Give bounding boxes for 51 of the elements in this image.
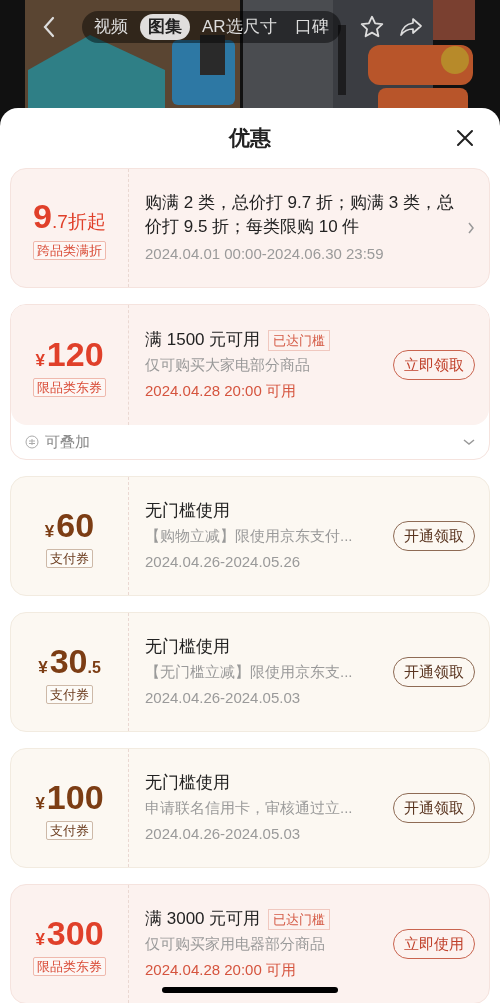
coupon-description: 【无门槛立减】限使用京东支... [145,662,354,682]
coupon-date: 2024.04.01 00:00-2024.06.30 23:59 [145,244,385,264]
back-icon[interactable] [42,16,56,38]
coupon-tag: 限品类东券 [33,956,106,976]
coupon-description: 仅可购买家用电器部分商品 [145,934,326,954]
currency-symbol: ¥ [35,928,45,951]
coupon-date: 2024.04.26-2024.05.03 [145,688,302,708]
threshold-badge: 已达门槛 [268,329,331,351]
coupon-title: 无门槛使用 [145,500,230,522]
coupon-tag: 跨品类满折 [33,240,106,260]
threshold-badge: 已达门槛 [268,908,331,930]
nav-tab[interactable]: AR选尺寸 [196,14,283,40]
amount-suffix: .7折起 [52,210,106,235]
coupon-amount: 120 [46,333,104,374]
currency-symbol: ¥ [38,656,48,679]
coupon-title: 无门槛使用 [145,636,230,658]
currency-symbol: ¥ [35,349,45,372]
coupon-title: 满 1500 元可用 [145,329,261,351]
nav-tab[interactable]: 图集 [140,14,190,40]
coupon-tag: 支付券 [46,548,93,568]
coupon-amount: 9 [33,196,53,237]
stackable-label: 可叠加 [45,431,91,452]
star-icon[interactable] [358,14,385,40]
coupon-date: 2024.04.26-2024.05.03 [145,824,302,844]
close-icon[interactable] [456,129,474,147]
coupon-title: 满 3000 元可用 [145,908,261,930]
coupon-tag: 限品类东券 [33,377,106,397]
coupon-tag: 支付券 [46,820,93,840]
amount-suffix: .5 [87,657,101,678]
nav-tab[interactable]: 视频 [88,14,134,40]
coupon-description: 申请联名信用卡，审核通过立... [145,798,354,818]
coupon-amount: 30 [49,640,88,681]
coupon-rule: 购满 2 类，总价打 9.7 折；购满 3 类，总价打 9.5 折；每类限购 10 件 [145,192,455,238]
coupon-date: 2024.04.28 20:00 可用 [145,960,297,980]
coupon-description: 【购物立减】限使用京东支付... [145,526,354,546]
coupon-title: 无门槛使用 [145,772,230,794]
coupon-amount: 100 [46,776,104,817]
nav-tab[interactable]: 口碑 [288,14,335,40]
coupon-tag: 支付券 [46,684,93,704]
chevron-right-icon[interactable] [467,222,475,234]
stack-icon [25,435,39,449]
coupon-date: 2024.04.28 20:00 可用 [145,381,297,401]
coupon-date: 2024.04.26-2024.05.26 [145,552,302,572]
expand-chevron-icon[interactable] [463,438,475,446]
currency-symbol: ¥ [35,792,45,815]
sheet-title: 优惠 [229,125,271,152]
coupon-amount: 60 [56,504,95,545]
currency-symbol: ¥ [44,520,55,543]
coupon-amount: 300 [46,912,104,953]
coupon-description: 仅可购买大家电部分商品 [145,355,311,375]
share-icon[interactable] [398,16,423,38]
